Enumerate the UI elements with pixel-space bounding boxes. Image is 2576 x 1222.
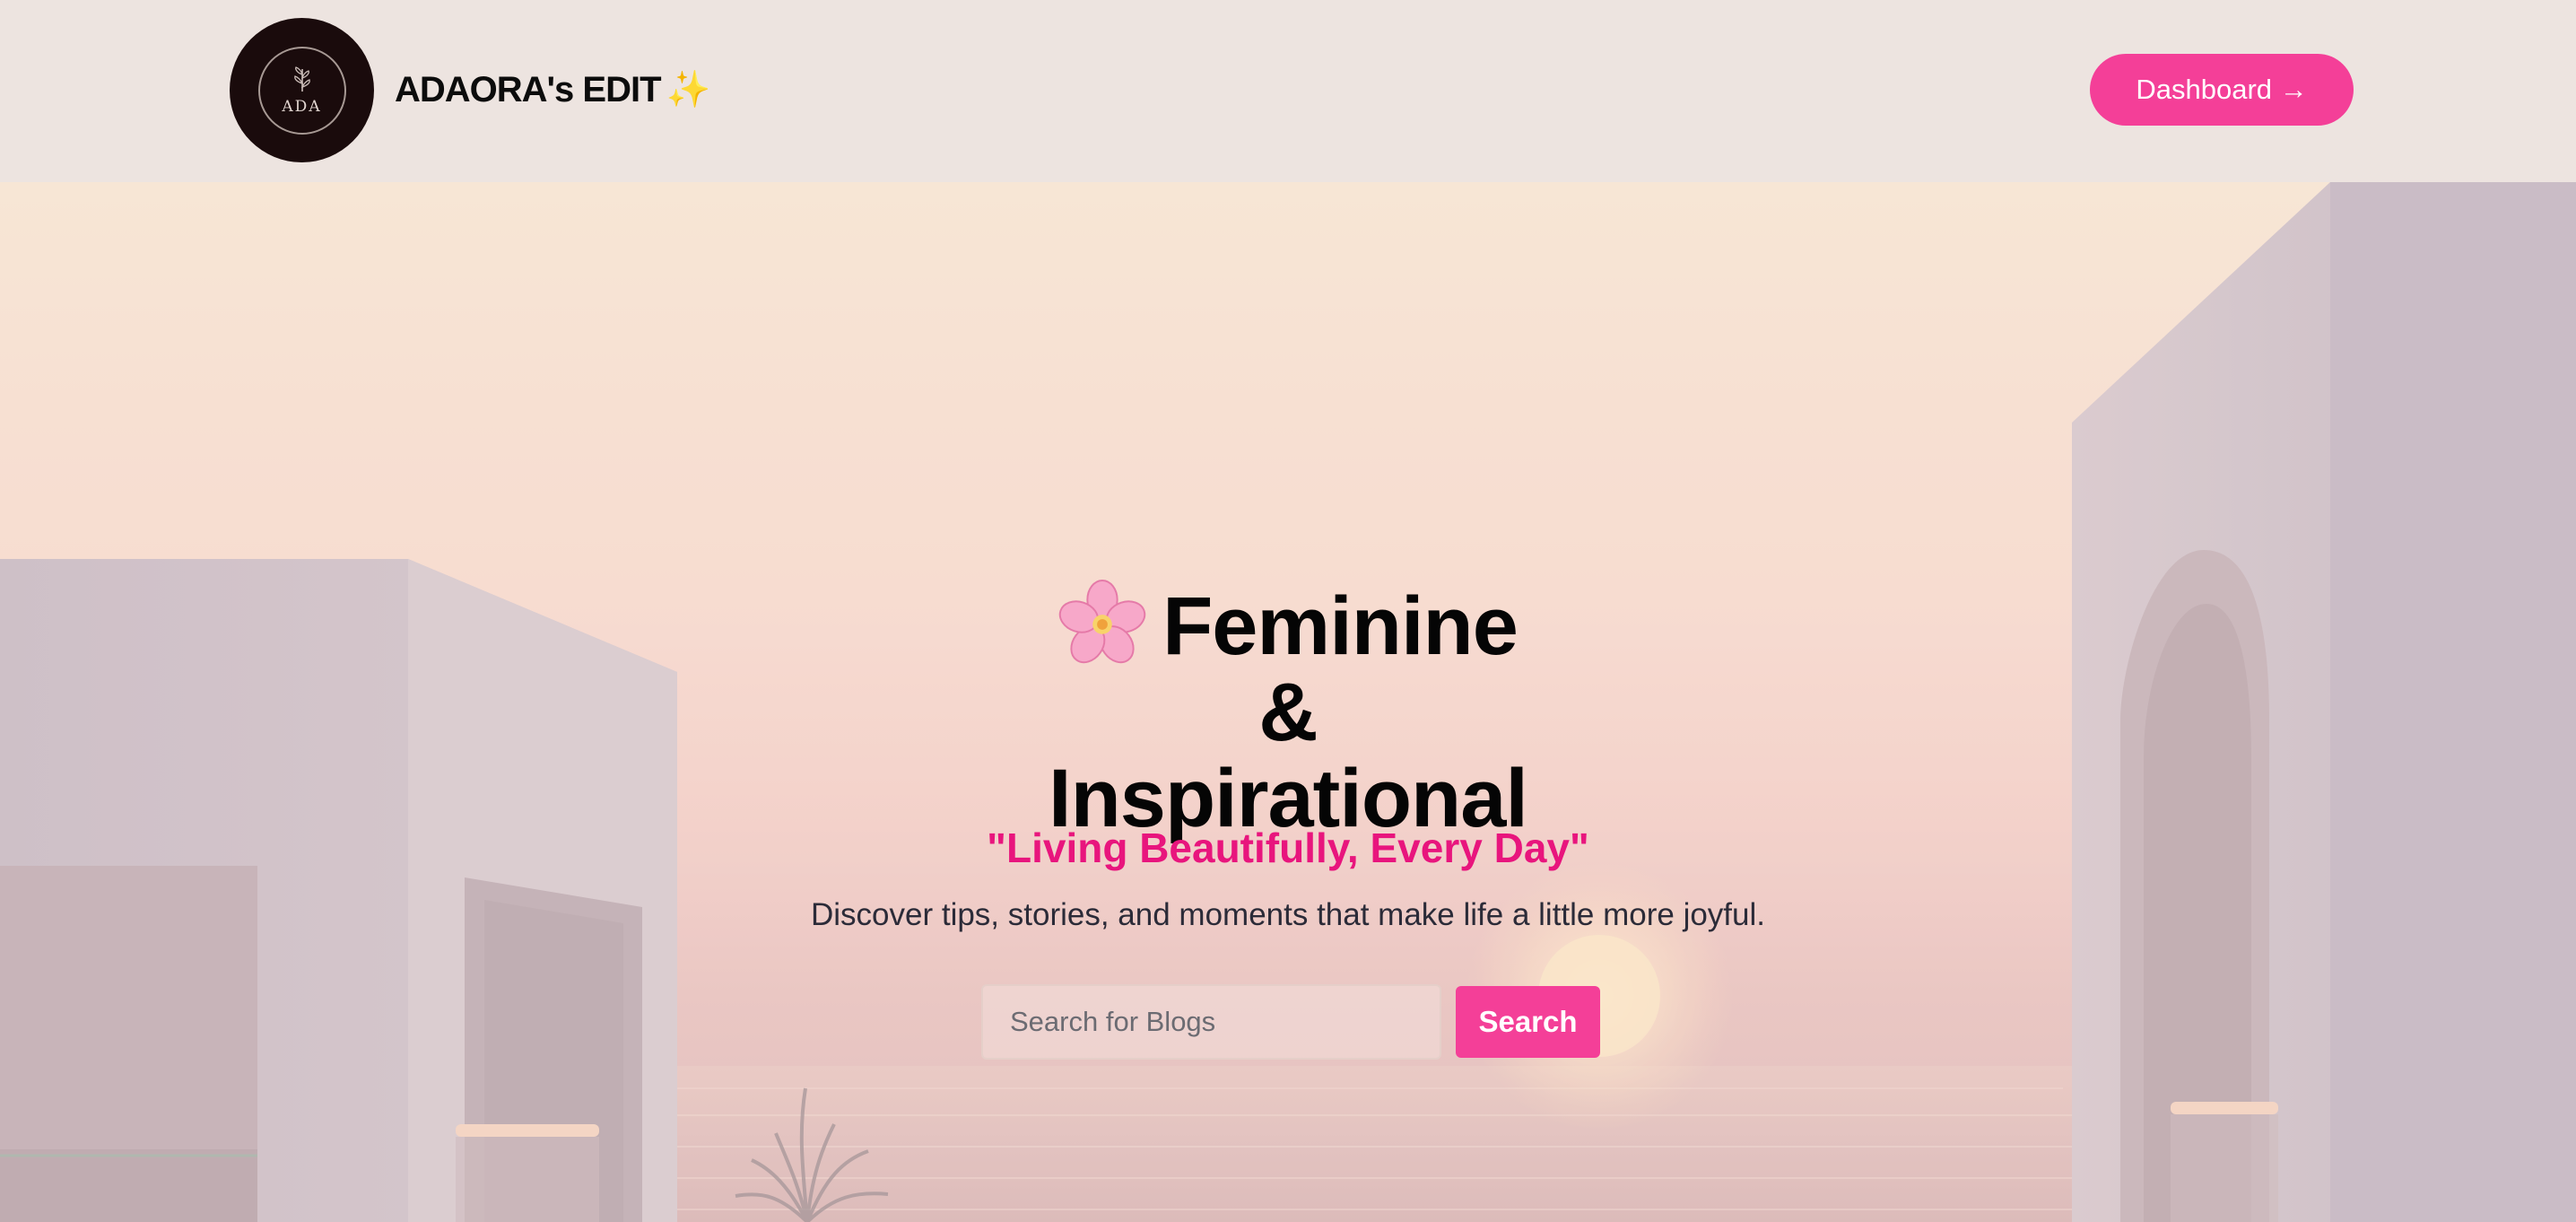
logo-text: ADA <box>282 97 322 116</box>
hero-tagline: "Living Beautifully, Every Day" <box>987 825 1589 871</box>
hero-title-word-feminine: Feminine <box>1162 580 1519 672</box>
site-header: ADA ADAORA's EDIT ✨ Dashboard → <box>0 0 2576 182</box>
dashboard-button[interactable]: Dashboard → <box>2090 54 2354 126</box>
search-button[interactable]: Search <box>1456 986 1600 1058</box>
sprig-icon <box>293 65 310 92</box>
sparkle-icon: ✨ <box>666 70 711 109</box>
cherry-blossom-icon <box>1058 579 1146 663</box>
brand-name[interactable]: ADAORA's EDIT ✨ <box>395 65 711 115</box>
hero-title: Feminine & Inspirational <box>0 579 2576 842</box>
hero-subtitle: Discover tips, stories, and moments that… <box>810 897 1765 932</box>
hero-title-line-1: Feminine <box>0 579 2576 669</box>
site-logo[interactable]: ADA <box>230 18 374 162</box>
logo-emblem: ADA <box>257 46 346 135</box>
hero-section: Feminine & Inspirational "Living Beautif… <box>0 182 2576 1222</box>
brand-name-text: ADAORA's EDIT <box>395 70 662 109</box>
hero-title-line-2: & <box>1258 666 1318 758</box>
search-input[interactable] <box>981 984 1441 1060</box>
